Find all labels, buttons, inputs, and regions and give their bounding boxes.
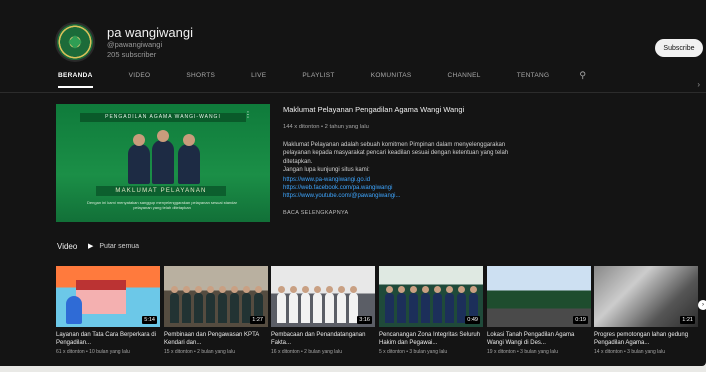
- video-thumbnail[interactable]: 3:16: [271, 266, 375, 327]
- featured-video-meta: 144 x ditonton • 2 tahun yang lalu: [283, 124, 369, 130]
- video-thumbnail[interactable]: 0:19: [487, 266, 591, 327]
- tab-channel[interactable]: CHANNEL: [448, 72, 481, 86]
- channel-handle: @pawangiwangi: [107, 39, 163, 49]
- video-card[interactable]: 0:49 Pencanangan Zona Integritas Seluruh…: [379, 266, 483, 355]
- tab-shorts[interactable]: SHORTS: [186, 72, 215, 86]
- thumbnail-people: [164, 286, 263, 327]
- person: [128, 134, 150, 184]
- video-duration: 3:16: [357, 316, 372, 324]
- video-duration: 5:14: [142, 316, 157, 324]
- subscriber-count: 205 subscriber: [107, 49, 157, 59]
- read-more-link[interactable]: BACA SELENGKAPNYA: [283, 210, 349, 216]
- tab-playlist[interactable]: PLAYLIST: [302, 72, 334, 86]
- video-meta: 14 x ditonton • 3 bulan yang lalu: [594, 349, 665, 355]
- video-meta: 61 x ditonton • 10 bulan yang lalu: [56, 349, 130, 355]
- thumbnail-people: [271, 286, 358, 327]
- person: [152, 130, 174, 184]
- website-link[interactable]: https://www.pa-wangiwangi.go.id: [283, 177, 370, 183]
- youtube-link[interactable]: https://www.youtube.com/@pawangiwangi...: [283, 193, 400, 199]
- channel-avatar[interactable]: [55, 22, 95, 62]
- description-visit-line: Jangan lupa kunjungi situs kami:: [283, 167, 370, 174]
- tab-beranda[interactable]: BERANDA: [58, 72, 93, 88]
- video-thumbnail[interactable]: 1:21: [594, 266, 698, 327]
- video-duration: 0:19: [573, 316, 588, 324]
- featured-video-thumbnail[interactable]: PENGADILAN AGAMA WANGI-WANGI MAKLUMAT PE…: [56, 104, 270, 222]
- channel-tabs: BERANDA VIDEO SHORTS LIVE PLAYLIST KOMUN…: [58, 70, 586, 94]
- video-thumbnail[interactable]: 0:49: [379, 266, 483, 327]
- video-card[interactable]: 5:14 Layanan dan Tata Cara Berperkara di…: [56, 266, 160, 355]
- subscribe-button[interactable]: Subscribe: [655, 39, 703, 57]
- youtube-channel-page: pa wangiwangi @pawangiwangi 205 subscrib…: [0, 0, 706, 366]
- video-duration: 1:27: [250, 316, 265, 324]
- featured-video-title[interactable]: Maklumat Pelayanan Pengadilan Agama Wang…: [283, 105, 464, 114]
- tab-video[interactable]: VIDEO: [129, 72, 151, 86]
- video-title[interactable]: Pencanangan Zona Integritas Seluruh Haki…: [379, 331, 483, 347]
- thumbnail-banner: MAKLUMAT PELAYANAN: [96, 186, 226, 196]
- video-meta: 15 x ditonton • 2 bulan yang lalu: [164, 349, 235, 355]
- channel-info: pa wangiwangi @pawangiwangi 205 subscrib…: [107, 25, 193, 60]
- tab-tentang[interactable]: TENTANG: [517, 72, 550, 86]
- person: [178, 134, 200, 184]
- video-title[interactable]: Pembinaan dan Pengawasan KPTA Kendari da…: [164, 331, 268, 347]
- thumbnail-header: PENGADILAN AGAMA WANGI-WANGI: [80, 113, 246, 122]
- video-card[interactable]: 0:19 Lokasi Tanah Pengadilan Agama Wangi…: [487, 266, 591, 355]
- chevron-right-icon[interactable]: ›: [697, 80, 700, 89]
- featured-video-description: Maklumat Pelayanan adalah sebuah komitme…: [283, 141, 513, 175]
- tab-komunitas[interactable]: KOMUNITAS: [371, 72, 412, 86]
- thumbnail-people: [379, 286, 478, 327]
- video-thumbnail[interactable]: 1:27: [164, 266, 268, 327]
- thumbnail-character: [66, 296, 82, 324]
- video-section-title[interactable]: Video: [57, 242, 77, 251]
- play-all-button[interactable]: ▶ Putar semua: [88, 242, 140, 251]
- video-thumbnail[interactable]: 5:14: [56, 266, 160, 327]
- video-title[interactable]: Layanan dan Tata Cara Berperkara di Peng…: [56, 331, 160, 347]
- thumbnail-house: [76, 280, 126, 314]
- search-icon[interactable]: ⚲: [579, 70, 586, 81]
- video-meta: 16 x ditonton • 2 bulan yang lalu: [271, 349, 342, 355]
- video-title[interactable]: Pembacaan dan Penandatanganan Fakta...: [271, 331, 375, 347]
- play-all-label: Putar semua: [99, 242, 140, 250]
- video-card[interactable]: 3:16 Pembacaan dan Penandatanganan Fakta…: [271, 266, 375, 355]
- video-duration: 0:49: [465, 316, 480, 324]
- video-meta: 5 x ditonton • 3 bulan yang lalu: [379, 349, 448, 355]
- channel-name: pa wangiwangi: [107, 24, 194, 40]
- more-vert-icon[interactable]: ⋮: [244, 110, 252, 119]
- video-title[interactable]: Progres pemotongan lahan gedung Pengadil…: [594, 331, 698, 347]
- video-meta: 19 x ditonton • 3 bulan yang lalu: [487, 349, 558, 355]
- chevron-right-icon[interactable]: ›: [698, 300, 706, 310]
- video-card[interactable]: 1:27 Pembinaan dan Pengawasan KPTA Kenda…: [164, 266, 268, 355]
- description-text: Maklumat Pelayanan adalah sebuah komitme…: [283, 142, 509, 165]
- tabs-divider: [0, 92, 706, 93]
- thumbnail-text: Dengan ini kami menyatakan sanggup menye…: [87, 200, 237, 210]
- video-duration: 1:21: [680, 316, 695, 324]
- video-title[interactable]: Lokasi Tanah Pengadilan Agama Wangi Wang…: [487, 331, 591, 347]
- play-icon: ▶: [88, 243, 94, 250]
- channel-header: pa wangiwangi @pawangiwangi 205 subscrib…: [55, 20, 193, 64]
- facebook-link[interactable]: https://web.facebook.com/pa.wangiwangi: [283, 185, 392, 191]
- tab-live[interactable]: LIVE: [251, 72, 266, 86]
- video-card[interactable]: 1:21 Progres pemotongan lahan gedung Pen…: [594, 266, 698, 355]
